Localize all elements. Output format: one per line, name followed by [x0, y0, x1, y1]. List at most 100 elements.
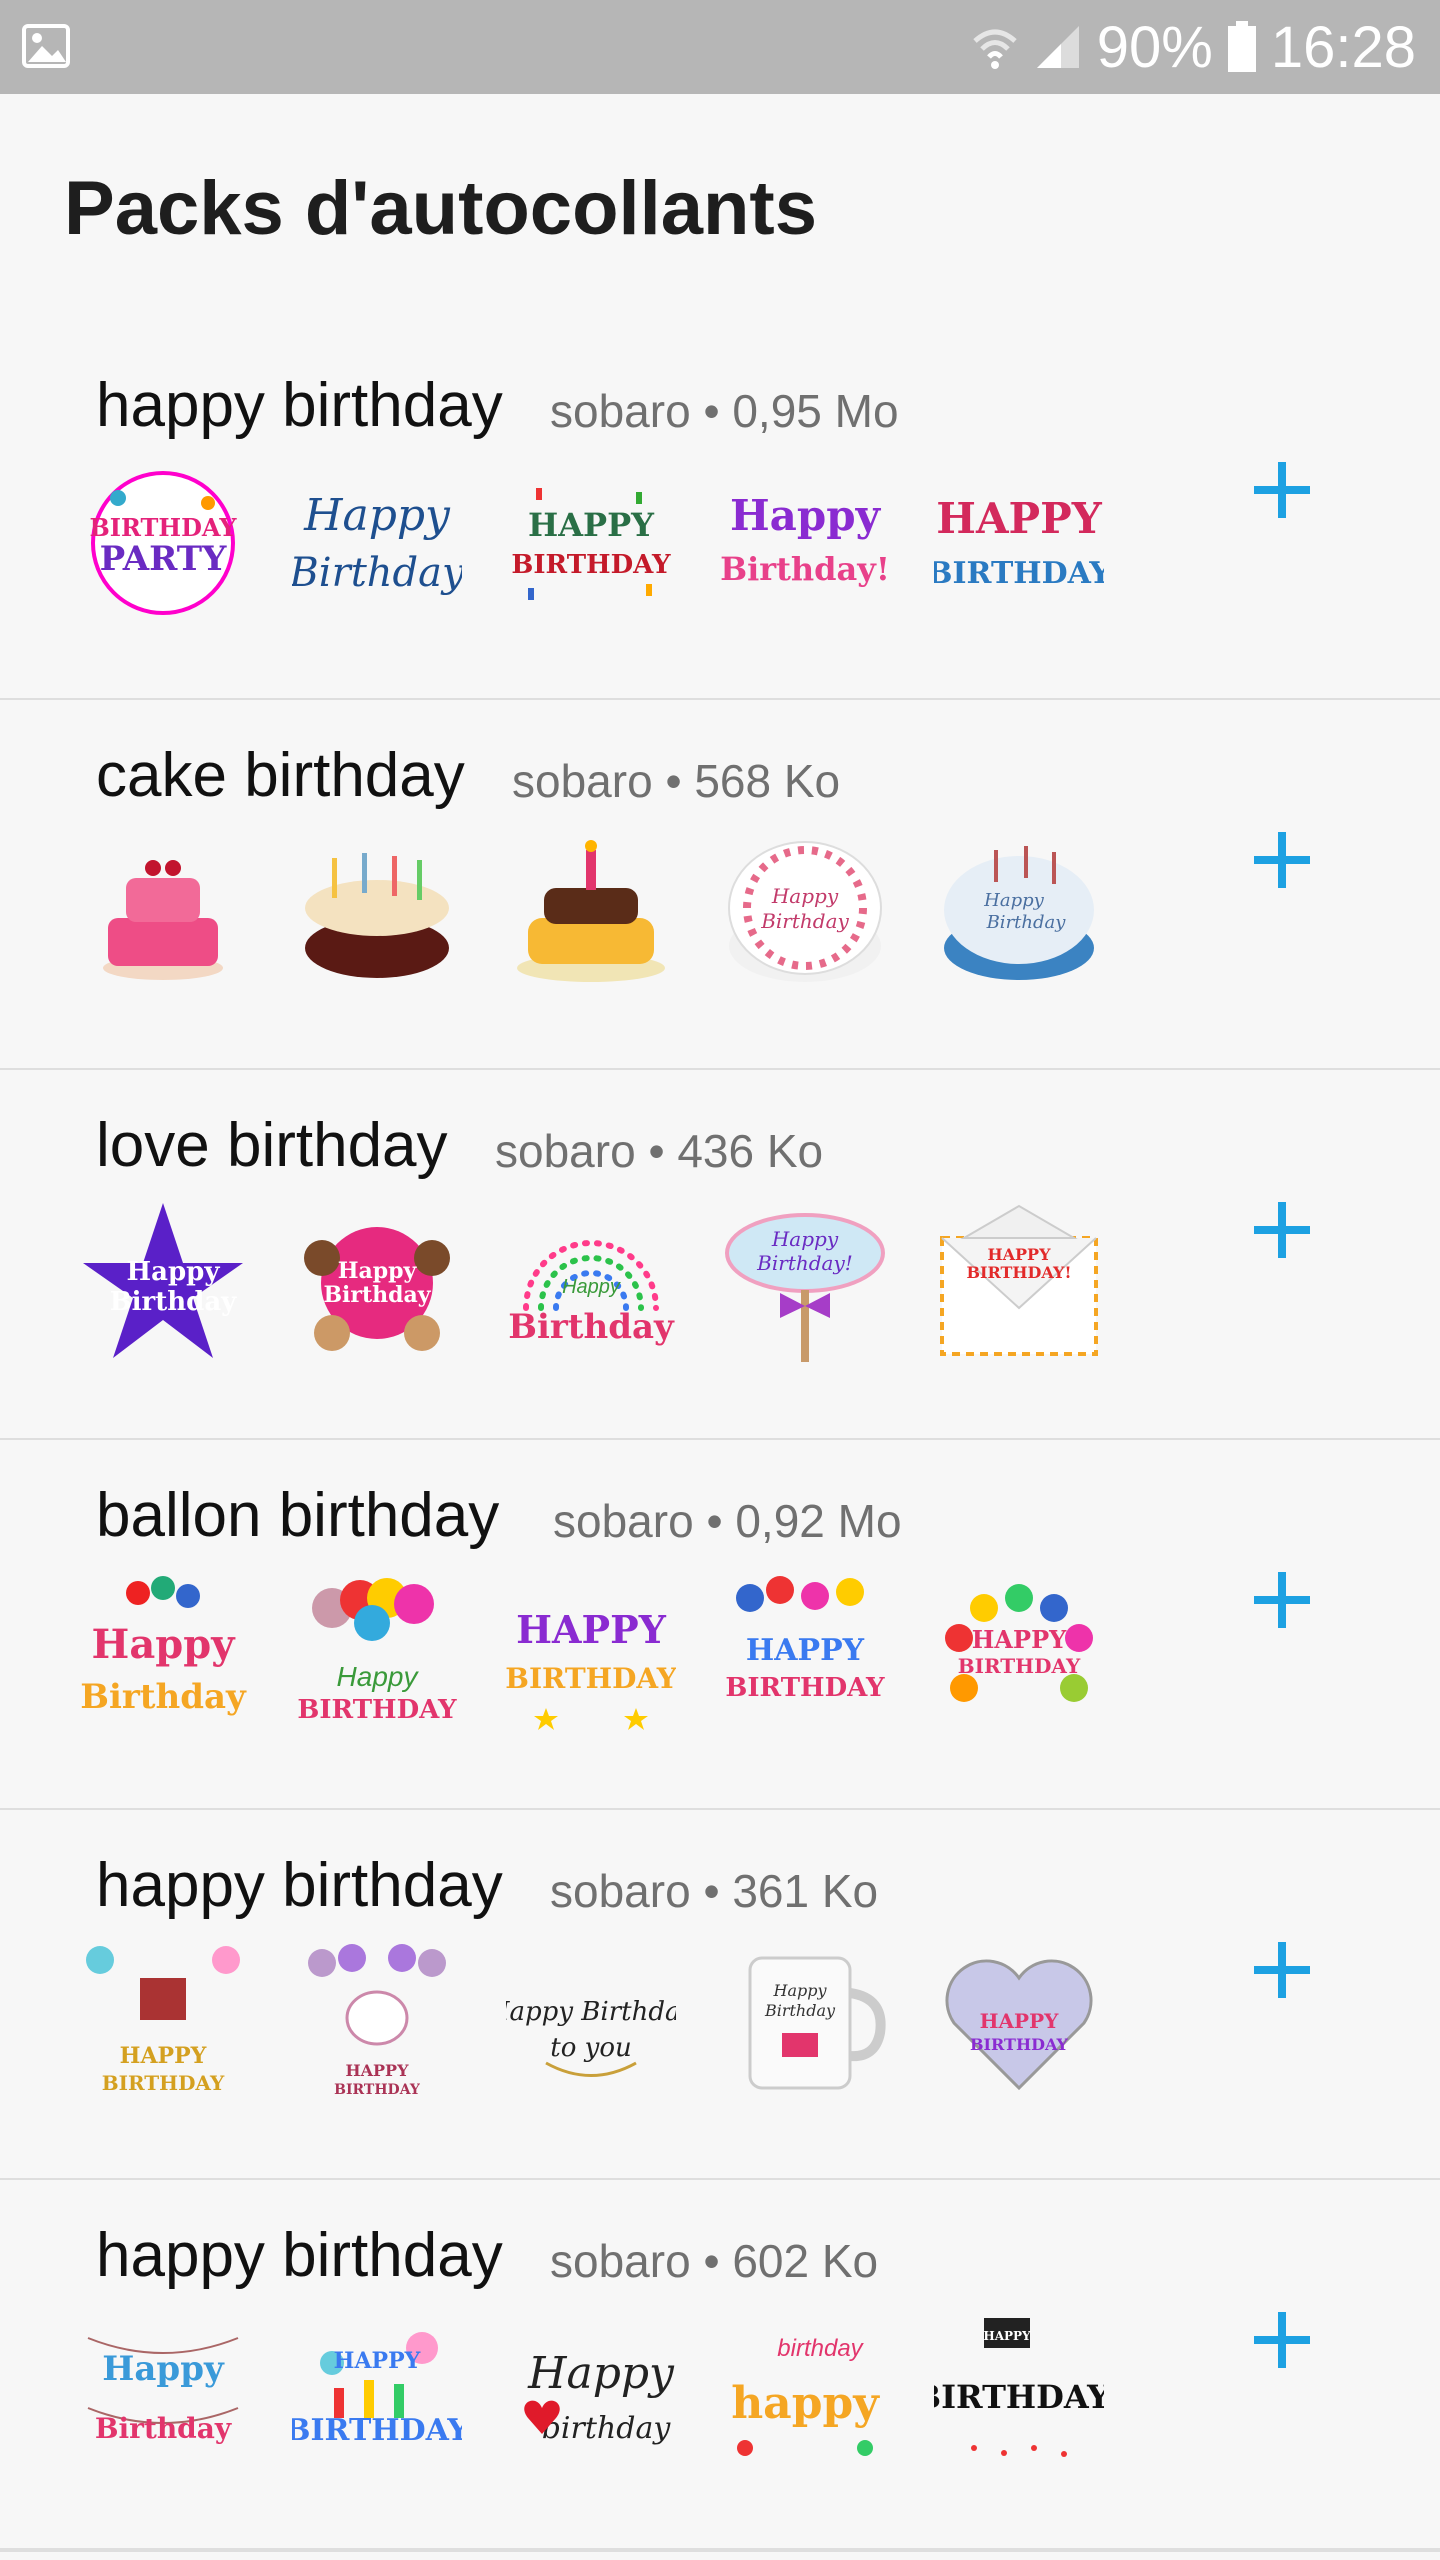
- plus-icon: [1254, 832, 1310, 888]
- battery-percent: 90%: [1096, 14, 1213, 80]
- sticker-pack-row[interactable]: cake birthday sobaro • 568 Ko Happy Birt…: [0, 700, 1440, 1072]
- plus-icon: [1254, 1202, 1310, 1258]
- svg-text:HAPPY: HAPPY: [345, 2061, 409, 2080]
- svg-text:BIRTHDAY: BIRTHDAY: [334, 2082, 421, 2098]
- sticker-thumbnail: birthday happy: [720, 2308, 890, 2478]
- pack-name: love birthday: [96, 1111, 448, 1180]
- svg-text:Birthday!: Birthday!: [720, 550, 890, 588]
- svg-text:Birthday: Birthday: [95, 2412, 232, 2445]
- svg-text:HAPPY: HAPPY: [980, 2009, 1059, 2033]
- svg-text:Birthday: Birthday: [764, 2001, 836, 2020]
- sticker-thumbnail: Happy Birthday: [78, 2308, 248, 2478]
- battery-icon: [1227, 21, 1257, 73]
- sticker-thumbnail: [506, 828, 676, 998]
- pack-meta: sobaro • 0,92 Mo: [553, 1494, 902, 1548]
- sticker-thumbnail: Happy birthday: [506, 2308, 676, 2478]
- add-pack-button[interactable]: [1242, 450, 1322, 530]
- pack-publisher: sobaro: [512, 755, 653, 807]
- svg-text:Birthday: Birthday: [760, 909, 849, 933]
- svg-text:happy: happy: [731, 2378, 880, 2429]
- sticker-thumbnail: HAPPY BIRTHDAY: [292, 2308, 462, 2478]
- signal-icon: [1033, 22, 1083, 72]
- svg-text:HAPPY: HAPPY: [746, 1633, 865, 1668]
- plus-icon: [1254, 462, 1310, 518]
- svg-text:BIRTHDAY!: BIRTHDAY!: [967, 1263, 1072, 1282]
- svg-text:Happy: Happy: [303, 490, 451, 541]
- svg-text:birthday: birthday: [777, 2335, 864, 2362]
- svg-text:Birthday: Birthday: [292, 550, 462, 596]
- sticker-thumbnail: Happy Birthday to you: [506, 1938, 676, 2108]
- svg-text:BIRTHDAY: BIRTHDAY: [934, 556, 1104, 591]
- svg-text:BIRTHDAY: BIRTHDAY: [511, 550, 671, 580]
- svg-text:Happy: Happy: [562, 1276, 621, 1298]
- sticker-thumbnail: Happy Birthday: [292, 1198, 462, 1368]
- sticker-thumbnail: HAPPY BIRTHDAY!: [934, 1198, 1104, 1368]
- sticker-thumbnail: HAPPY BIRTHDAY: [506, 458, 676, 628]
- sticker-thumbnail: Happy Birthday: [292, 458, 462, 628]
- sticker-thumbnail: [292, 828, 462, 998]
- sticker-thumbnail: HAPPY BIRTHDAY: [720, 1568, 890, 1738]
- pack-meta: sobaro • 602 Ko: [550, 2234, 878, 2288]
- pack-size: 436 Ko: [677, 1125, 824, 1177]
- svg-text:BIRTHDAY: BIRTHDAY: [292, 2413, 462, 2448]
- svg-text:Happy: Happy: [527, 2348, 675, 2399]
- add-pack-button[interactable]: [1242, 1560, 1322, 1640]
- pack-size: 0,92 Mo: [735, 1495, 902, 1547]
- svg-text:Birthday!: Birthday!: [756, 1251, 853, 1275]
- pack-publisher: sobaro: [553, 1495, 694, 1547]
- svg-text:Birthday: Birthday: [986, 912, 1067, 933]
- svg-text:Happy: Happy: [102, 2349, 225, 2389]
- wifi-icon: [971, 23, 1019, 71]
- page-title: Packs d'autocollants: [64, 166, 817, 251]
- svg-text:HAPPY: HAPPY: [983, 2329, 1031, 2343]
- sticker-pack-row[interactable]: happy birthday sobaro • 361 Ko HAPPY BIR…: [0, 1810, 1440, 2182]
- sticker-pack-row[interactable]: happy birthday sobaro • 0,95 Mo BIRTHDAY…: [0, 330, 1440, 702]
- svg-text:to you: to you: [550, 2033, 631, 2063]
- svg-text:BIRTHDAY: BIRTHDAY: [90, 513, 238, 542]
- pack-publisher: sobaro: [550, 2235, 691, 2287]
- status-bar: 90% 16:28: [0, 0, 1440, 94]
- svg-text:HAPPY: HAPPY: [936, 494, 1102, 543]
- svg-text:BIRTHDAY: BIRTHDAY: [725, 1673, 885, 1703]
- add-pack-button[interactable]: [1242, 1190, 1322, 1270]
- svg-text:birthday: birthday: [542, 2411, 672, 2446]
- pack-size: 602 Ko: [732, 2235, 879, 2287]
- image-icon: [22, 22, 70, 70]
- svg-text:BIRTHDAY!: BIRTHDAY!: [934, 2378, 1104, 2416]
- svg-text:Happy: Happy: [771, 1227, 839, 1251]
- plus-icon: [1254, 1942, 1310, 1998]
- sticker-pack-row[interactable]: ballon birthday sobaro • 0,92 Mo Happy B…: [0, 1440, 1440, 1812]
- svg-text:HAPPY: HAPPY: [120, 2043, 207, 2069]
- svg-text:Happy: Happy: [983, 890, 1044, 911]
- sticker-thumbnail: HAPPY BIRTHDAY: [292, 1938, 462, 2108]
- sticker-pack-row[interactable]: love birthday sobaro • 436 Ko Happy Birt…: [0, 1070, 1440, 1442]
- sticker-thumbnail: Happy Birthday: [934, 828, 1104, 998]
- svg-text:HAPPY: HAPPY: [516, 1607, 667, 1652]
- sticker-thumbnail: Happy Birthday!: [720, 458, 890, 628]
- sticker-pack-row[interactable]: happy birthday sobaro • 602 Ko Happy Bir…: [0, 2180, 1440, 2552]
- svg-text:Happy: Happy: [771, 884, 839, 908]
- meta-separator: •: [665, 755, 682, 807]
- sticker-thumbnail: HAPPY BIRTHDAY: [78, 1938, 248, 2108]
- sticker-thumbnail: [78, 828, 248, 998]
- sticker-thumbnail: HAPPY BIRTHDAY: [934, 1568, 1104, 1738]
- sticker-thumbnail: Happy BIRTHDAY: [292, 1568, 462, 1738]
- add-pack-button[interactable]: [1242, 820, 1322, 900]
- clock: 16:28: [1270, 14, 1416, 80]
- svg-text:BIRTHDAY: BIRTHDAY: [970, 2035, 1069, 2054]
- sticker-thumbnail: HAPPY BIRTHDAY: [506, 1568, 676, 1738]
- svg-text:BIRTHDAY: BIRTHDAY: [958, 1654, 1081, 1678]
- pack-name: happy birthday: [96, 1851, 503, 1920]
- svg-text:Happy Birthday: Happy Birthday: [506, 1997, 676, 2027]
- sticker-thumbnail: Happy Birthday: [506, 1198, 676, 1368]
- add-pack-button[interactable]: [1242, 2300, 1322, 2380]
- sticker-thumbnail: BIRTHDAY PARTY: [78, 458, 248, 628]
- add-pack-button[interactable]: [1242, 1930, 1322, 2010]
- sticker-thumbnail: Happy Birthday!: [720, 1198, 890, 1368]
- plus-icon: [1254, 1572, 1310, 1628]
- svg-text:Happy: Happy: [730, 491, 882, 540]
- sticker-thumbnail: Happy Birthday: [720, 828, 890, 998]
- pack-name: happy birthday: [96, 2221, 503, 2290]
- svg-text:Happy: Happy: [127, 1257, 221, 1287]
- pack-meta: sobaro • 361 Ko: [550, 1864, 878, 1918]
